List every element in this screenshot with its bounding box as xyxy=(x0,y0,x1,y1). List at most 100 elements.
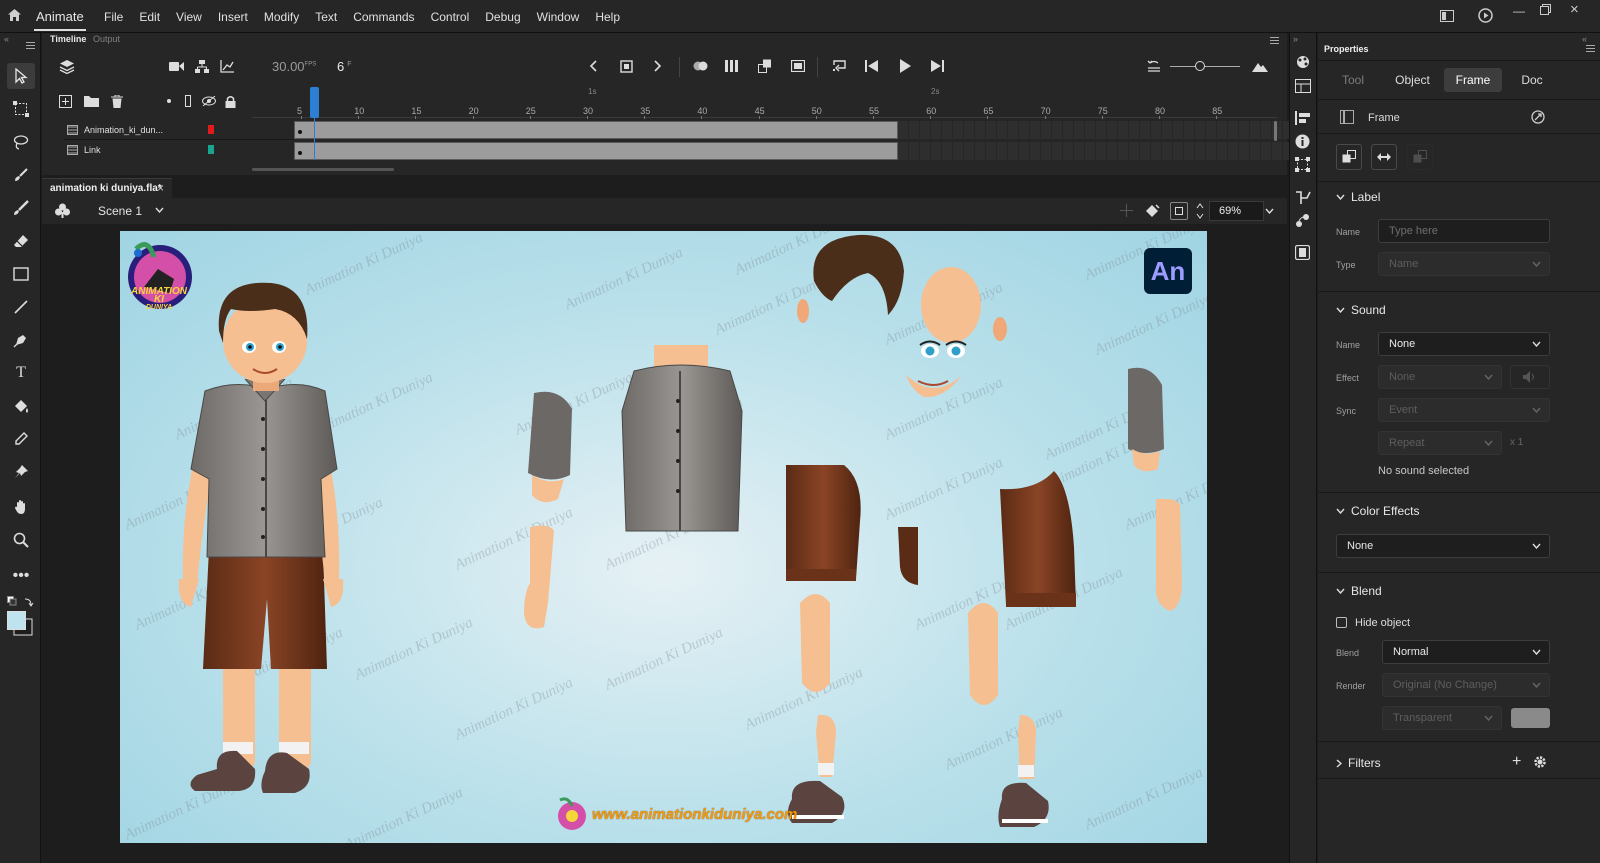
edit-sound-envelope-button[interactable] xyxy=(1510,365,1550,389)
edit-multiple-frames-icon[interactable] xyxy=(725,60,739,72)
render-color-swatch[interactable] xyxy=(1511,708,1550,728)
scene-name[interactable]: Scene 1 xyxy=(98,204,142,218)
onion-skin-icon[interactable] xyxy=(693,60,708,72)
step-forward-icon[interactable] xyxy=(931,60,944,72)
layer-row[interactable]: Link xyxy=(64,140,294,160)
part-eyes[interactable] xyxy=(918,339,970,361)
stage[interactable]: Animation Ki Duniya Animation Ki Duniya An… xyxy=(120,231,1207,843)
filter-settings-gear-icon[interactable] xyxy=(1533,755,1547,769)
panel-menu-icon[interactable] xyxy=(1270,37,1279,44)
part-mouth[interactable] xyxy=(904,369,964,399)
layer-color-swatch[interactable] xyxy=(208,145,214,154)
tab-output[interactable]: Output xyxy=(93,34,120,44)
text-tool-icon[interactable]: T xyxy=(7,360,35,386)
menu-text[interactable]: Text xyxy=(307,10,345,24)
new-folder-icon[interactable] xyxy=(84,95,99,107)
part-ear-right[interactable] xyxy=(990,311,1010,347)
test-movie-icon[interactable] xyxy=(1478,8,1493,23)
part-shorts-pocket[interactable] xyxy=(896,523,922,589)
paint-bucket-tool-icon[interactable] xyxy=(7,393,35,419)
collapse-icon[interactable]: « xyxy=(4,34,9,44)
color-panel-icon[interactable] xyxy=(1295,55,1311,69)
character-full[interactable] xyxy=(175,279,345,829)
part-shorts-right[interactable] xyxy=(996,467,1080,612)
lasso-tool-icon[interactable] xyxy=(7,129,35,155)
selection-tool-icon[interactable] xyxy=(7,63,35,89)
lock-icon[interactable] xyxy=(225,95,236,108)
clip-stage-icon[interactable] xyxy=(1170,202,1188,220)
library-panel-icon[interactable] xyxy=(1295,79,1311,93)
insert-keyframe-icon[interactable] xyxy=(620,60,633,73)
sound-name-select[interactable]: None xyxy=(1378,332,1550,356)
chevron-down-icon[interactable] xyxy=(1265,208,1274,214)
swap-colors-icon[interactable] xyxy=(7,596,35,608)
empty-frames[interactable] xyxy=(898,142,1316,160)
loop-icon[interactable] xyxy=(832,60,847,72)
minimize-icon[interactable]: — xyxy=(1513,4,1525,18)
components-panel-icon[interactable] xyxy=(1295,190,1311,204)
home-icon[interactable] xyxy=(7,8,22,22)
part-hair[interactable] xyxy=(808,231,908,321)
brush-tool-icon[interactable] xyxy=(7,195,35,221)
collapse-icon[interactable]: « xyxy=(1582,34,1587,44)
snap-icon[interactable] xyxy=(1120,204,1133,217)
pen-tool-icon[interactable] xyxy=(7,327,35,353)
fps-value[interactable]: 30.00FPS xyxy=(272,59,316,74)
assets-panel-icon[interactable] xyxy=(1295,245,1310,260)
workspace-icon[interactable] xyxy=(1440,10,1454,22)
part-thigh-left[interactable] xyxy=(792,591,840,701)
stroke-fill-swatch[interactable] xyxy=(7,611,35,637)
zoom-tool-icon[interactable] xyxy=(7,527,35,553)
transform-panel-icon[interactable] xyxy=(1295,157,1310,172)
label-type-select[interactable]: Name xyxy=(1378,252,1550,276)
layer-row[interactable]: Animation_ki_dun... xyxy=(64,120,294,140)
playhead[interactable] xyxy=(310,87,319,118)
free-transform-tool-icon[interactable] xyxy=(7,96,35,122)
part-ear-left[interactable] xyxy=(794,293,812,329)
step-back-icon[interactable] xyxy=(865,60,878,72)
frame-ruler[interactable]: 5 10 15 20 25 30 35 40 45 50 55 60 65 70 75 80 85 xyxy=(252,87,1287,119)
more-tools-icon[interactable]: ••• xyxy=(7,563,35,589)
blend-mode-select[interactable]: Normal xyxy=(1382,640,1550,664)
tab-doc[interactable]: Doc xyxy=(1512,68,1552,92)
part-thigh-right[interactable] xyxy=(960,599,1008,714)
menu-control[interactable]: Control xyxy=(423,10,478,24)
chevron-down-icon[interactable] xyxy=(155,207,164,213)
menu-edit[interactable]: Edit xyxy=(131,10,168,24)
layer-parenting-icon[interactable] xyxy=(195,60,209,73)
menu-insert[interactable]: Insert xyxy=(210,10,256,24)
menu-modify[interactable]: Modify xyxy=(256,10,307,24)
motion-presets-icon[interactable] xyxy=(1295,213,1310,228)
tab-tool[interactable]: Tool xyxy=(1332,68,1374,92)
line-tool-icon[interactable] xyxy=(7,294,35,320)
next-keyframe-icon[interactable] xyxy=(654,60,662,72)
center-frame-icon[interactable] xyxy=(1147,60,1161,72)
delete-layer-icon[interactable] xyxy=(111,95,123,108)
help-icon[interactable] xyxy=(1531,110,1545,124)
timeline-hscrollbar[interactable] xyxy=(252,168,394,171)
hand-tool-icon[interactable] xyxy=(7,494,35,520)
part-shorts-left[interactable] xyxy=(784,461,864,586)
tab-timeline[interactable]: Timeline xyxy=(50,34,86,44)
sound-section-header[interactable]: Sound xyxy=(1336,303,1386,317)
pin-tool-icon[interactable] xyxy=(7,459,35,485)
panel-menu-icon[interactable] xyxy=(26,42,35,49)
restore-icon[interactable] xyxy=(1540,4,1551,15)
filters-section-header[interactable]: Filters xyxy=(1336,756,1381,770)
eraser-tool-icon[interactable] xyxy=(7,228,35,254)
menu-view[interactable]: View xyxy=(168,10,210,24)
repeat-count[interactable]: x 1 xyxy=(1510,437,1523,448)
visibility-icon[interactable] xyxy=(202,96,216,106)
menu-help[interactable]: Help xyxy=(587,10,628,24)
empty-frames[interactable] xyxy=(898,121,1316,139)
graph-icon[interactable] xyxy=(220,60,234,73)
menu-window[interactable]: Window xyxy=(529,10,588,24)
sound-sync-select[interactable]: Event xyxy=(1378,398,1550,422)
add-filter-icon[interactable]: + xyxy=(1512,753,1521,771)
layer-frames[interactable] xyxy=(294,142,898,160)
part-sleeve-right[interactable] xyxy=(1120,365,1170,475)
render-background-select[interactable]: Transparent xyxy=(1382,706,1502,730)
menu-commands[interactable]: Commands xyxy=(345,10,422,24)
edit-symbol-button[interactable] xyxy=(1371,144,1397,170)
tab-frame[interactable]: Frame xyxy=(1444,68,1502,92)
